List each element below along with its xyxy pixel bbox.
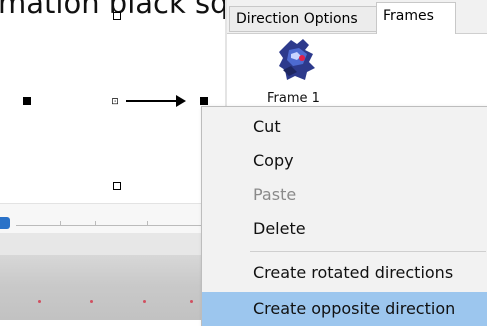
resize-handle-top[interactable] (113, 12, 121, 20)
panel-tabbar: Direction Options Frames (227, 0, 487, 34)
menu-item-copy[interactable]: Copy (202, 144, 487, 178)
timeline-tick (95, 221, 96, 226)
menu-separator (250, 251, 486, 252)
timeline-tick (60, 221, 61, 226)
context-menu: Cut Copy Paste Delete Create rotated dir… (201, 106, 487, 326)
timeline-slider-knob[interactable] (0, 217, 10, 229)
frame-label: Frame 1 (267, 91, 320, 106)
menu-item-create-rotated-directions[interactable]: Create rotated directions (202, 256, 487, 290)
frame-marker-dot (38, 300, 41, 303)
timeline-tick (147, 221, 148, 226)
menu-item-paste[interactable]: Paste (202, 178, 487, 212)
tab-frames[interactable]: Frames (376, 2, 456, 34)
resize-handle-bottom[interactable] (113, 182, 121, 190)
resize-handle-right[interactable] (200, 97, 208, 105)
frame-marker-dot (90, 300, 93, 303)
timeline-slider[interactable] (0, 203, 225, 234)
sprite-thumbnail-icon[interactable] (275, 36, 319, 84)
timeline-track (16, 225, 225, 226)
menu-item-cut[interactable]: Cut (202, 110, 487, 144)
frame-marker-dot (190, 300, 193, 303)
arrow-right-icon[interactable] (176, 95, 186, 107)
direction-arrow-line[interactable] (126, 100, 178, 102)
frame-strip-header (0, 233, 225, 255)
frame-strip[interactable] (0, 233, 225, 320)
frame-marker-dot (143, 300, 146, 303)
hotspot-icon[interactable]: ⊡ (109, 97, 121, 107)
tab-direction-options[interactable]: Direction Options (229, 6, 377, 32)
menu-item-delete[interactable]: Delete (202, 212, 487, 246)
resize-handle-left[interactable] (23, 97, 31, 105)
menu-item-create-opposite-direction[interactable]: Create opposite direction (202, 292, 487, 326)
